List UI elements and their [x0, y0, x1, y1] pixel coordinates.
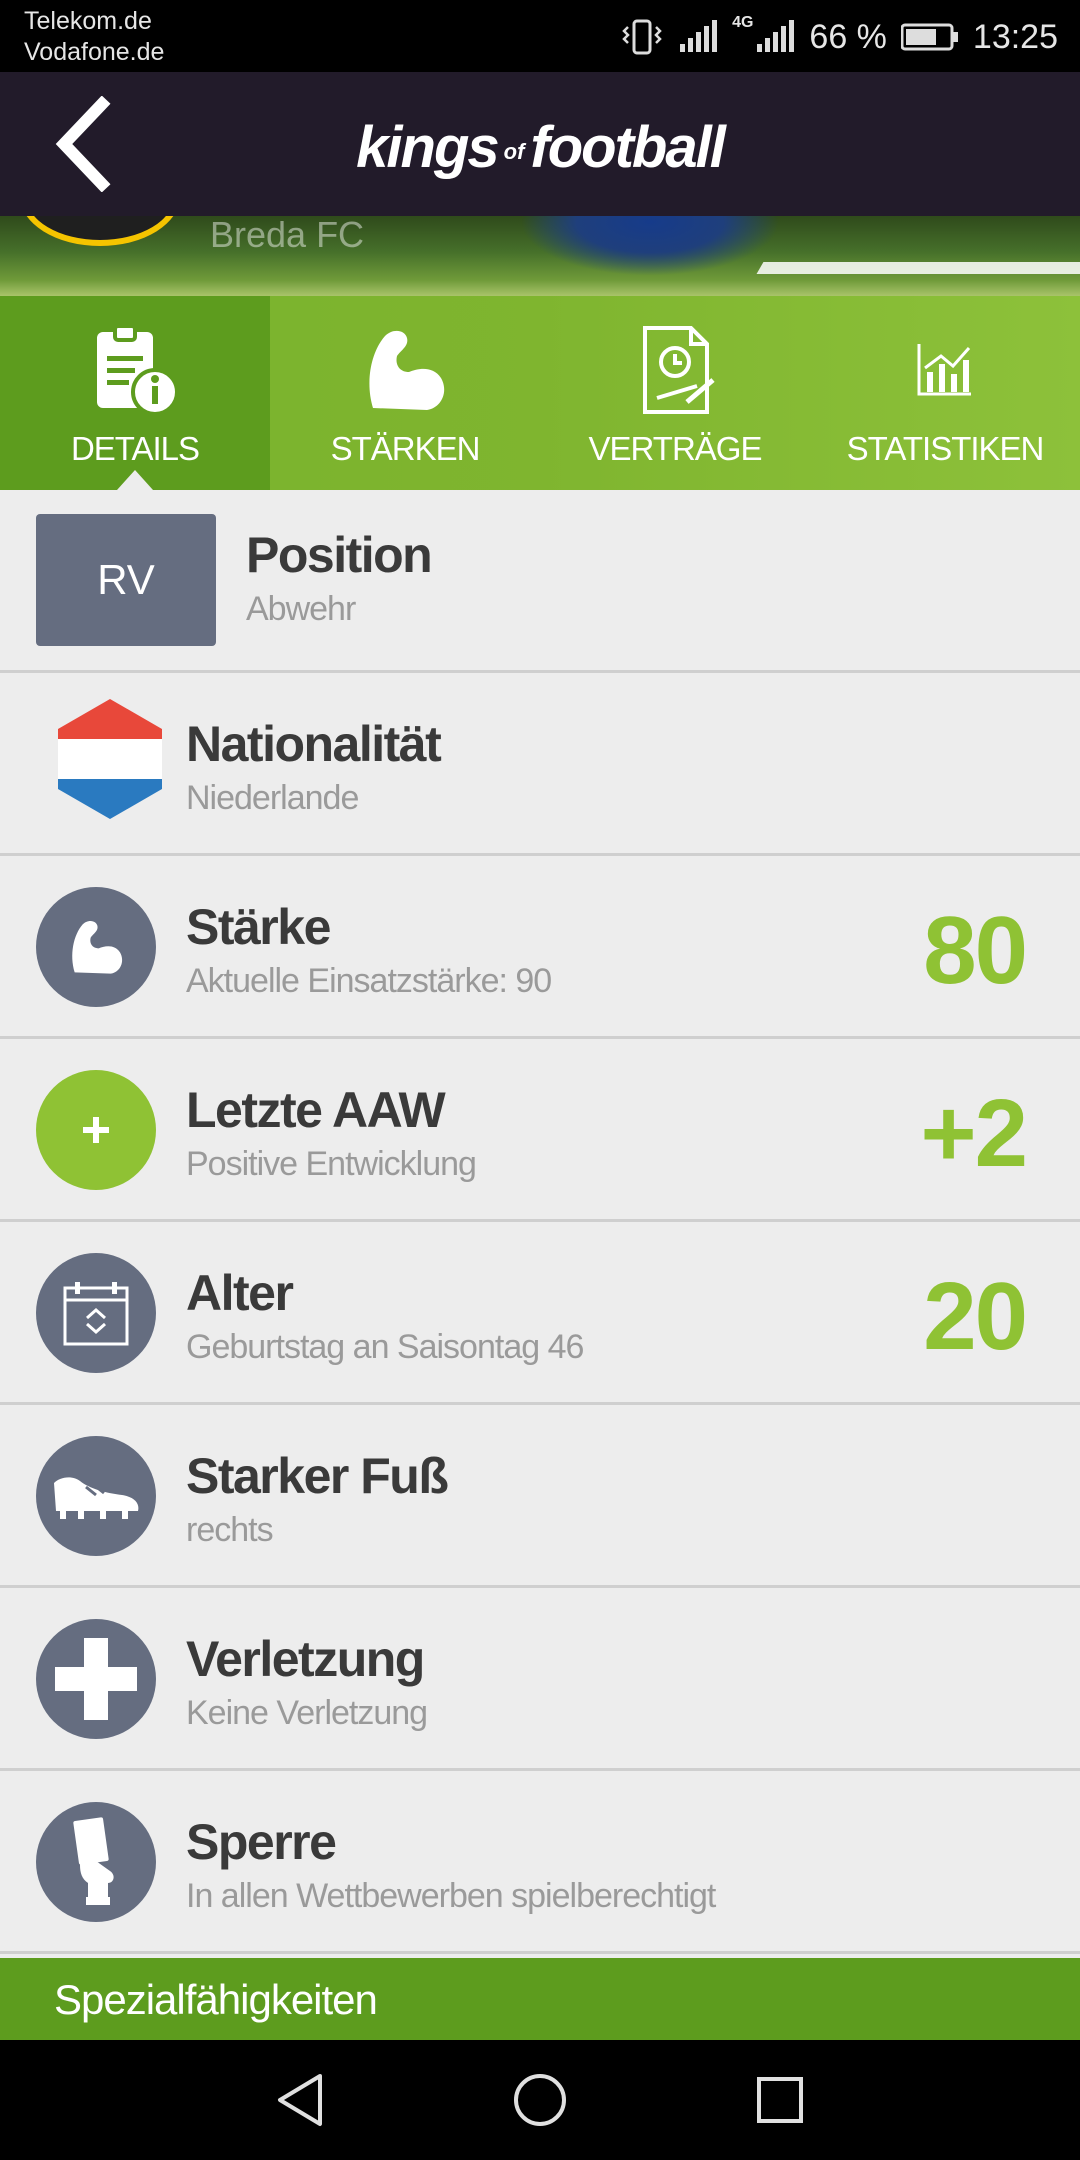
age-value: 20: [923, 1263, 1028, 1370]
status-icons: 4G 66 % 13:25: [620, 14, 1058, 60]
vibrate-icon: [622, 19, 662, 55]
football-boot-icon: [54, 1477, 139, 1519]
age-subtitle: Geburtstag an Saisontag 46: [186, 1328, 584, 1366]
position-row[interactable]: RV Position Abwehr: [0, 490, 1080, 673]
document-info-icon: [97, 324, 179, 416]
club-name: Breda FC: [210, 216, 365, 255]
injury-icon-circle: [36, 1619, 156, 1739]
medical-cross-icon: [55, 1638, 137, 1720]
injury-title: Verletzung: [186, 1631, 425, 1687]
injury-subtitle: Keine Verletzung: [186, 1694, 428, 1732]
strong-foot-row[interactable]: Starker Fuß rechts: [0, 1405, 1080, 1588]
app-logo: kings of football: [0, 114, 1080, 181]
bar-chart-icon: [917, 344, 971, 396]
age-icon-circle: [36, 1253, 156, 1373]
position-title: Position: [246, 527, 433, 583]
logo-kings: kings: [356, 115, 499, 180]
tab-staerken[interactable]: STÄRKEN: [270, 296, 540, 490]
tab-bar: DETAILS STÄRKEN VERTRÄGE STATISTIKEN: [0, 296, 1080, 490]
suspension-row[interactable]: Sperre In allen Wettbewerben spielberech…: [0, 1771, 1080, 1954]
calendar-icon: [63, 1282, 129, 1346]
logo-football: football: [530, 115, 725, 180]
last-aaw-subtitle: Positive Entwicklung: [186, 1145, 477, 1183]
nav-back-button[interactable]: [268, 2068, 332, 2132]
nationality-title: Nationalität: [186, 716, 442, 772]
strong-foot-icon-circle: [36, 1436, 156, 1556]
strength-icon-circle: [36, 887, 156, 1007]
tab-details[interactable]: DETAILS: [0, 296, 270, 490]
flexed-arm-icon: [72, 920, 123, 974]
nav-recents-button[interactable]: [748, 2068, 812, 2132]
suspension-title: Sperre: [186, 1814, 337, 1870]
tab-staerken-label: STÄRKEN: [330, 430, 481, 467]
player-header-image: Breda FC: [0, 216, 1080, 296]
contract-clock-icon: [643, 326, 715, 414]
position-subtitle: Abwehr: [246, 590, 356, 628]
circle-home-icon: [514, 2074, 566, 2126]
strength-row[interactable]: Stärke Aktuelle Einsatzstärke: 90 80: [0, 856, 1080, 1039]
app-bar: kings of football: [0, 72, 1080, 216]
network-type: 4G: [732, 14, 754, 31]
last-aaw-value: +2: [920, 1080, 1028, 1187]
pitch-line: [756, 262, 1080, 274]
player-photo: [520, 216, 780, 276]
last-aaw-row[interactable]: Letzte AAW Positive Entwicklung +2: [0, 1039, 1080, 1222]
last-aaw-icon-circle: [36, 1070, 156, 1190]
status-bar: Telekom.de Vodafone.de 4G 66 % 13:25: [0, 0, 1080, 72]
logo-of: of: [503, 138, 525, 164]
strength-value: 80: [923, 897, 1028, 1004]
plus-icon: [83, 1117, 109, 1143]
signal-icon-2: [757, 20, 795, 52]
nationality-subtitle: Niederlande: [186, 779, 359, 817]
player-details-list: RV Position Abwehr Nationalität Niederla…: [0, 490, 1080, 1954]
nav-home-button[interactable]: [508, 2068, 572, 2132]
strength-subtitle: Aktuelle Einsatzstärke: 90: [186, 962, 552, 1000]
triangle-back-icon: [278, 2074, 322, 2126]
strength-title: Stärke: [186, 899, 331, 955]
active-tab-indicator: [117, 470, 153, 490]
club-badge: [20, 216, 180, 246]
tab-details-label: DETAILS: [70, 430, 200, 467]
strong-foot-title: Starker Fuß: [186, 1448, 449, 1504]
suspension-icon-circle: [36, 1802, 156, 1922]
carrier-info: Telekom.de Vodafone.de: [24, 6, 164, 68]
suspension-subtitle: In allen Wettbewerben spielberechtigt: [186, 1877, 716, 1915]
battery-icon: [900, 23, 958, 51]
tab-vertraege-label: VERTRÄGE: [588, 430, 763, 467]
tab-vertraege[interactable]: VERTRÄGE: [540, 296, 810, 490]
signal-icon: [680, 20, 718, 52]
nationality-row[interactable]: Nationalität Niederlande: [0, 673, 1080, 856]
age-row[interactable]: Alter Geburtstag an Saisontag 46 20: [0, 1222, 1080, 1405]
clock: 13:25: [972, 17, 1058, 56]
last-aaw-title: Letzte AAW: [186, 1082, 446, 1138]
flexed-arm-icon: [369, 330, 445, 410]
position-badge: RV: [36, 514, 216, 646]
special-abilities-section[interactable]: Spezialfähigkeiten: [0, 1958, 1080, 2040]
special-abilities-label: Spezialfähigkeiten: [54, 1976, 378, 2023]
injury-row[interactable]: Verletzung Keine Verletzung: [0, 1588, 1080, 1771]
carrier-2: Vodafone.de: [24, 38, 165, 66]
age-title: Alter: [186, 1265, 294, 1321]
netherlands-flag-icon: [58, 699, 162, 819]
battery-percent: 66 %: [809, 17, 887, 56]
tab-statistiken-label: STATISTIKEN: [846, 430, 1045, 467]
strong-foot-subtitle: rechts: [186, 1511, 274, 1549]
carrier-1: Telekom.de: [24, 7, 152, 35]
square-recents-icon: [757, 2077, 803, 2123]
tab-statistiken[interactable]: STATISTIKEN: [810, 296, 1080, 490]
referee-card-icon: [73, 1817, 114, 1905]
system-navigation-bar: [0, 2040, 1080, 2160]
